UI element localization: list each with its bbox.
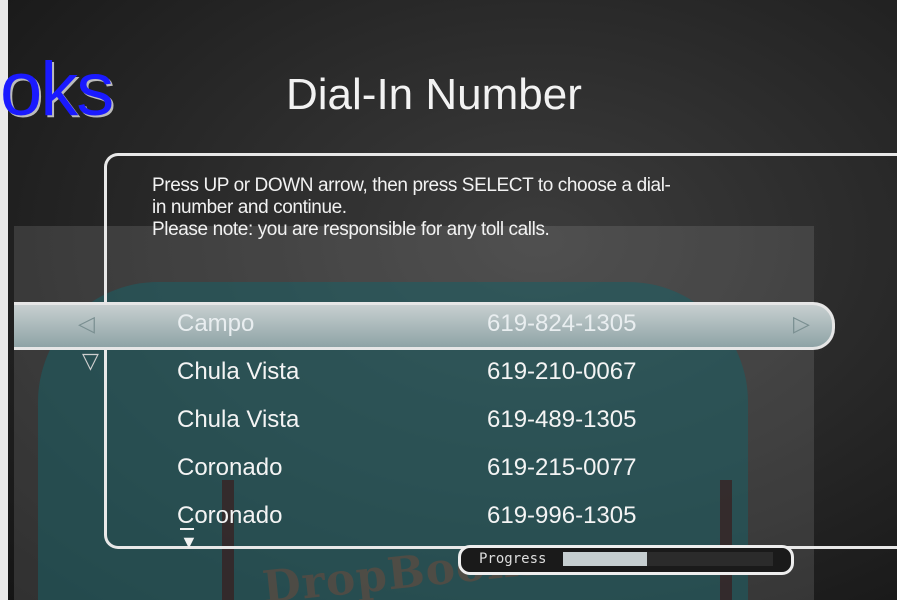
city-name: Coronado <box>177 454 283 481</box>
page-title: Dial-In Number <box>286 70 582 119</box>
instructions: Press UP or DOWN arrow, then press SELEC… <box>152 175 842 241</box>
phone-number: 619-996-1305 <box>487 502 637 529</box>
instructions-line-2: in number and continue. <box>152 197 347 218</box>
progress-label: Progress <box>479 551 547 567</box>
city-name: Chula Vista <box>177 358 300 385</box>
instructions-line-3: Please note: you are responsible for any… <box>152 219 550 240</box>
list-item[interactable]: Coronado 619-996-1305 <box>0 494 897 538</box>
list-item[interactable]: Campo 619-824-1305 <box>0 302 897 346</box>
tv-screen: DropBooks oks Dial-In Number Press UP or… <box>0 0 897 600</box>
logo-fragment: oks <box>0 47 114 132</box>
city-name: Chula Vista <box>177 406 300 433</box>
city-name: Campo <box>177 310 255 337</box>
progress-fill <box>563 552 647 566</box>
list-item[interactable]: Coronado 619-215-0077 <box>0 446 897 490</box>
list-item[interactable]: Chula Vista 619-210-0067 <box>0 350 897 394</box>
city-name: Coronado <box>177 502 283 529</box>
phone-number: 619-489-1305 <box>487 406 637 433</box>
progress-track <box>563 552 773 566</box>
phone-number: 619-215-0077 <box>487 454 637 481</box>
more-below-icon[interactable]: ▼ <box>180 528 198 551</box>
phone-number: 619-210-0067 <box>487 358 637 385</box>
list-item[interactable]: Chula Vista 619-489-1305 <box>0 398 897 442</box>
progress-indicator: Progress <box>458 545 794 575</box>
instructions-line-1: Press UP or DOWN arrow, then press SELEC… <box>152 175 671 196</box>
phone-number: 619-824-1305 <box>487 310 637 337</box>
